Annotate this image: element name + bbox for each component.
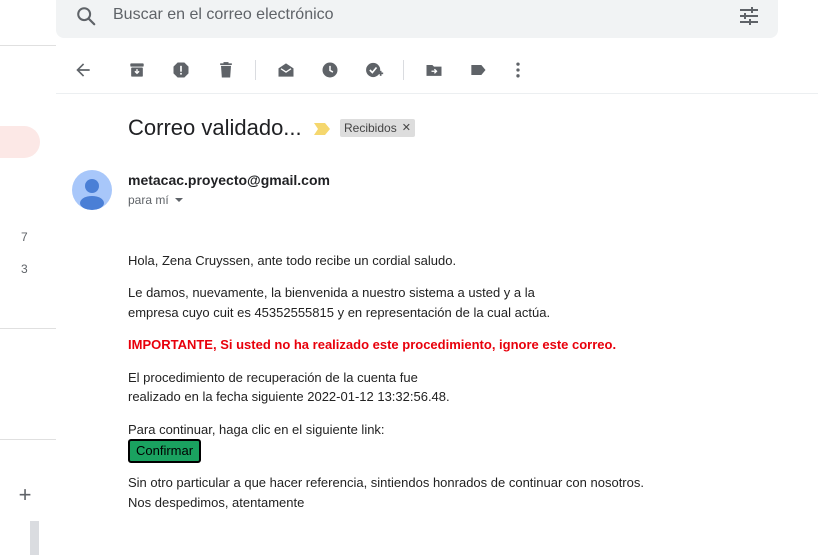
message-toolbar	[56, 48, 818, 94]
sidebar: 7 3 +	[0, 0, 56, 555]
body-welcome-line1: Le damos, nuevamente, la bienvenida a nu…	[128, 285, 535, 300]
sender-email[interactable]: metacac.proyecto@gmail.com	[128, 172, 330, 188]
sidebar-divider	[0, 45, 56, 46]
sidebar-divider	[0, 328, 56, 329]
delete-icon[interactable]	[214, 58, 238, 82]
search-options-icon[interactable]	[737, 4, 761, 28]
move-to-folder-icon[interactable]	[422, 58, 446, 82]
search-input[interactable]: Buscar en el correo electrónico	[113, 5, 334, 25]
add-label-icon[interactable]: +	[14, 484, 36, 506]
recipient-details[interactable]: para mí	[128, 193, 183, 207]
snooze-clock-icon[interactable]	[318, 58, 342, 82]
body-closing-line2: Nos despedimos, atentamente	[128, 495, 305, 510]
label-text: Recibidos	[344, 121, 397, 135]
body-greeting: Hola, Zena Cruyssen, ante todo recibe un…	[128, 253, 457, 268]
toolbar-separator	[255, 60, 256, 80]
body-procedure-line2: realizado en la fecha siguiente 2022-01-…	[128, 389, 450, 404]
body-welcome-line2: empresa cuyo cuit es 45352555815 y en re…	[128, 305, 551, 320]
search-icon[interactable]	[75, 5, 97, 27]
recipient-label: para mí	[128, 193, 169, 207]
archive-icon[interactable]	[125, 58, 149, 82]
toolbar-separator	[403, 60, 404, 80]
importance-marker-icon[interactable]	[314, 122, 330, 135]
mark-unread-icon[interactable]	[274, 58, 298, 82]
sidebar-scrollbar[interactable]	[30, 521, 39, 555]
email-subject: Correo validado...	[128, 115, 302, 140]
confirm-button[interactable]: Confirmar	[128, 439, 202, 463]
add-to-tasks-icon[interactable]	[362, 58, 386, 82]
body-continue-text: Para continuar, haga clic en el siguient…	[128, 422, 385, 437]
body-important-notice: IMPORTANTE, Si usted no ha realizado est…	[128, 337, 617, 352]
label-icon[interactable]	[466, 58, 490, 82]
search-bar[interactable]: Buscar en el correo electrónico	[56, 0, 778, 38]
more-options-icon[interactable]	[506, 58, 530, 82]
body-closing-line1: Sin otro particular a que hacer referenc…	[128, 475, 644, 490]
back-arrow-icon[interactable]	[71, 58, 95, 82]
sidebar-count: 7	[21, 230, 28, 244]
sender-avatar[interactable]	[72, 170, 112, 210]
sidebar-item-inbox-active[interactable]	[0, 126, 40, 158]
body-procedure-line1: El procedimiento de recuperación de la c…	[128, 370, 418, 385]
chevron-down-icon[interactable]	[174, 198, 183, 202]
sidebar-divider	[0, 439, 56, 440]
remove-label-icon[interactable]: ✕	[402, 119, 411, 137]
report-spam-icon[interactable]	[169, 58, 193, 82]
sidebar-count: 3	[21, 262, 28, 276]
inbox-label-chip: Recibidos ✕	[340, 119, 415, 137]
